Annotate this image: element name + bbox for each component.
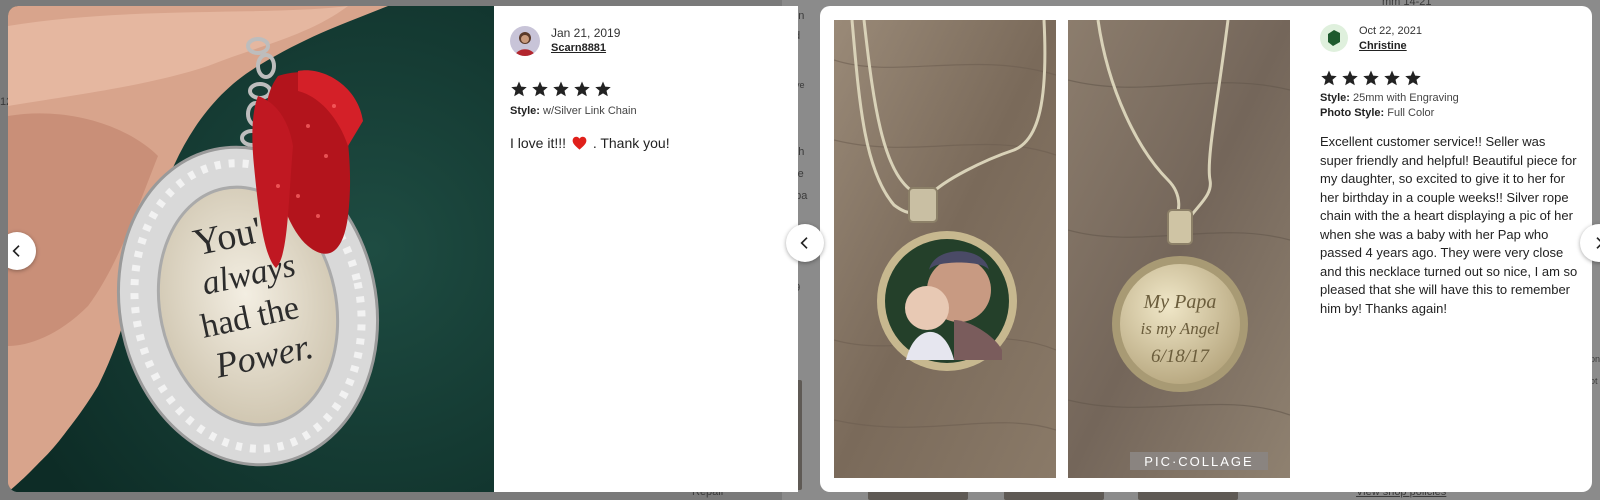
review-panel: Oct 22, 2021 Christine Style: 25mm with … [1320, 6, 1580, 318]
review-text: Excellent customer service!! Seller was … [1320, 134, 1578, 316]
photo-style-value: Full Color [1387, 107, 1435, 119]
review-photo[interactable]: My Papa is my Angel 6/18/17 [1068, 20, 1290, 478]
review-photo-modal: My Papa is my Angel 6/18/17 Oct 22, 2021… [820, 6, 1592, 492]
star-icon [574, 81, 590, 97]
star-rating [510, 80, 780, 98]
avatar[interactable] [1320, 24, 1348, 52]
star-icon [1342, 70, 1358, 86]
star-rating [1320, 69, 1580, 87]
star-icon [532, 81, 548, 97]
star-icon [553, 81, 569, 97]
pic-collage-watermark: PIC·COLLAGE [1130, 452, 1268, 470]
style-label: Style: [510, 105, 540, 117]
star-icon [1321, 70, 1337, 86]
reviewer-name-link[interactable]: Christine [1359, 39, 1422, 53]
reviewer-name-link[interactable]: Scarn8881 [551, 41, 620, 55]
engraving-line: is my Angel [1140, 319, 1219, 338]
review-header: Jan 21, 2019 Scarn8881 [510, 26, 780, 56]
chevron-right-icon [1596, 237, 1600, 249]
review-text-part: I love it!!! [510, 135, 567, 151]
star-icon [1405, 70, 1421, 86]
review-photo-modal: You' always had the Power. Jan 21, 2019 … [8, 6, 798, 492]
review-date: Oct 22, 2021 [1359, 25, 1422, 37]
review-text: I love it!!! . Thank you! [510, 133, 780, 153]
avatar[interactable] [510, 26, 540, 56]
pendant-photo-illustration: You' always had the Power. [8, 6, 494, 492]
star-icon [511, 81, 527, 97]
star-icon [1384, 70, 1400, 86]
review-date: Jan 21, 2019 [551, 26, 621, 40]
style-value: w/Silver Link Chain [543, 105, 637, 117]
photo-style-label: Photo Style: [1320, 107, 1385, 119]
previous-photo-button[interactable] [786, 224, 824, 262]
engraving-line: My Papa [1143, 291, 1217, 313]
star-icon [1363, 70, 1379, 86]
review-text-part: . Thank you! [592, 135, 670, 151]
review-photo-style: Photo Style: Full Color [1320, 106, 1580, 121]
review-photo[interactable] [834, 20, 1056, 478]
review-photo[interactable]: You' always had the Power. [8, 6, 494, 492]
style-label: Style: [1320, 92, 1350, 104]
review-style: Style: w/Silver Link Chain [510, 104, 780, 119]
pendant-front-photo-illustration [834, 20, 1056, 478]
review-panel: Jan 21, 2019 Scarn8881 Style: w/Silver L… [510, 6, 780, 153]
heart-icon [572, 136, 587, 150]
chevron-left-icon [800, 237, 808, 249]
star-icon [595, 81, 611, 97]
style-value: 25mm with Engraving [1353, 92, 1459, 104]
review-style: Style: 25mm with Engraving [1320, 91, 1580, 106]
review-header: Oct 22, 2021 Christine [1320, 24, 1580, 53]
pendant-back-photo-illustration: My Papa is my Angel 6/18/17 [1068, 20, 1290, 478]
chevron-left-icon [12, 245, 20, 257]
engraving-line: 6/18/17 [1151, 346, 1211, 367]
